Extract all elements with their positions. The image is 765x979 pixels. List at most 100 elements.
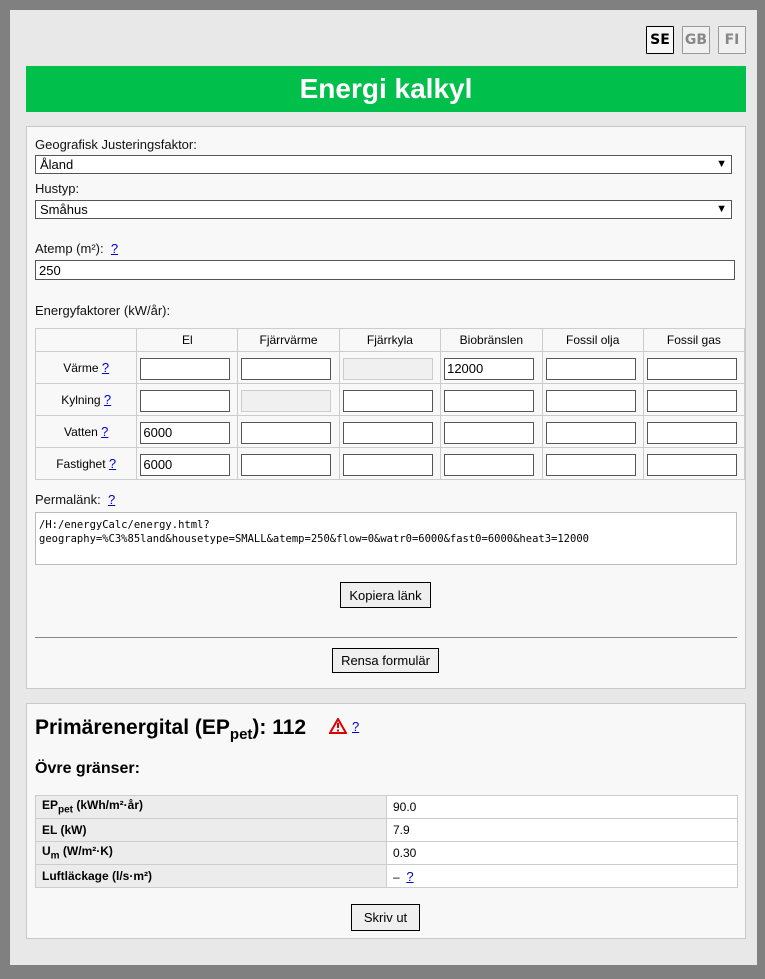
primary-energy-heading: Primärenergital (EPpet): 112 [35,716,306,743]
limit-key: EPpet (kWh/m²·år) [35,795,387,819]
print-button[interactable]: Skriv ut [351,904,420,931]
limit-value: 0.30 [386,841,738,865]
warning-icon [329,718,347,734]
table-row: Um (W/m²·K) 0.30 [35,841,738,865]
energy-input[interactable] [646,454,737,476]
energy-input[interactable] [545,422,636,444]
atemp-help-link[interactable]: ? [111,241,118,256]
row-help-link[interactable]: ? [109,456,116,471]
energy-input[interactable] [545,358,636,380]
row-label: Fastighet [56,457,106,471]
permalink-help-link[interactable]: ? [108,492,115,507]
permalink-label: Permalänk: [35,492,101,507]
table-row: Värme ? 12000 [34,351,746,384]
limit-value: – ? [386,864,738,888]
energy-factors-table: El Fjärrvärme Fjärrkyla Biobränslen Foss… [34,328,746,480]
limit-key-sub: pet [58,804,74,816]
limit-unit: (l/s·m²) [108,869,153,883]
energy-input[interactable] [444,390,535,412]
ep-subscript: pet [229,726,253,744]
energy-input[interactable] [241,422,332,444]
table-header-row: El Fjärrvärme Fjärrkyla Biobränslen Foss… [34,328,746,352]
table-row: Kylning ? [34,383,746,416]
lang-gb-button[interactable]: GB [682,26,710,54]
energy-input[interactable]: 6000 [140,422,231,444]
permalink-label-row: Permalänk: ? [35,492,115,507]
limit-unit: (kW) [57,823,87,837]
geography-value: Åland [40,157,74,172]
column-header: Fjärrvärme [237,328,340,352]
table-row: Luftläckage (l/s·m²) – ? [35,864,738,888]
divider [35,637,737,638]
energy-input-disabled [342,358,433,380]
limits-table: EPpet (kWh/m²·år) 90.0 EL (kW) 7.9 Um (W… [35,795,738,888]
energy-input[interactable] [646,422,737,444]
energy-input[interactable] [140,358,231,380]
limit-value: 90.0 [386,795,738,819]
column-header: Fossil gas [642,328,746,352]
energy-input[interactable]: 12000 [444,358,535,380]
primary-energy-help-link[interactable]: ? [352,719,359,734]
energy-input[interactable] [241,358,332,380]
geography-label: Geografisk Justeringsfaktor: [35,137,197,152]
permalink-textarea[interactable]: /H:/energyCalc/energy.html? geography=%C… [35,512,737,565]
row-label: Vatten [63,425,98,439]
row-label: Värme [63,361,99,375]
column-header: El [136,328,239,352]
energy-input[interactable] [545,390,636,412]
row-help-link[interactable]: ? [104,392,111,407]
column-header: Fossil olja [541,328,644,352]
energy-factors-label: Energyfaktorer (kW/år): [35,303,171,318]
limit-value: 7.9 [386,818,738,842]
house-type-select[interactable]: Småhus ▼ [35,200,732,219]
clear-form-button[interactable]: Rensa formulär [332,648,439,673]
page-title: Energi kalkyl [26,66,746,112]
input-form-panel: Geografisk Justeringsfaktor: Åland ▼ Hus… [26,126,746,689]
energy-input[interactable] [342,454,433,476]
air-leakage-help-link[interactable]: ? [406,869,413,884]
lang-fi-button[interactable]: FI [718,26,746,54]
house-type-label: Hustyp: [35,181,80,196]
limits-heading: Övre gränser: [35,760,140,777]
energy-input[interactable]: 6000 [140,454,231,476]
atemp-input[interactable]: 250 [35,260,735,280]
row-header: Fastighet ? [34,447,138,480]
chevron-down-icon: ▼ [716,158,727,170]
limit-key: EL (kW) [35,818,387,842]
lang-se-button[interactable]: SE [646,26,674,54]
energy-input[interactable] [444,454,535,476]
table-row: EL (kW) 7.9 [35,818,738,842]
atemp-label-row: Atemp (m²): ? [35,241,118,256]
house-type-value: Småhus [40,202,88,217]
atemp-label: Atemp (m²): [35,241,104,256]
energy-input[interactable] [342,422,433,444]
table-row: Fastighet ? 6000 [34,447,746,480]
row-header: Kylning ? [34,383,138,416]
row-help-link[interactable]: ? [102,360,109,375]
table-row: EPpet (kWh/m²·år) 90.0 [35,795,738,819]
limit-key-text: EP [42,798,59,813]
language-selector: SE GB FI [646,26,746,54]
column-header: Fjärrkyla [338,328,442,352]
copy-link-button[interactable]: Kopiera länk [340,582,431,608]
energy-input[interactable] [444,422,535,444]
energy-input[interactable] [140,390,231,412]
row-header: Vatten ? [34,415,138,448]
energy-input[interactable] [241,454,332,476]
energy-input[interactable] [646,358,737,380]
energy-input[interactable] [342,390,433,412]
limit-key-sub: m [50,850,60,862]
row-help-link[interactable]: ? [101,424,108,439]
table-row: Vatten ? 6000 [34,415,746,448]
geography-select[interactable]: Åland ▼ [35,155,732,174]
limit-key: Luftläckage (l/s·m²) [35,864,387,888]
chevron-down-icon: ▼ [716,203,727,215]
limit-key-text: Luftläckage [42,869,109,883]
energy-input-disabled [241,390,332,412]
result-panel: Primärenergital (EPpet): 112 ? Övre grän… [26,703,746,939]
column-header: Biobränslen [440,328,543,352]
energy-input[interactable] [545,454,636,476]
limit-key-text: U [42,844,51,859]
limit-key: Um (W/m²·K) [35,841,387,865]
energy-input[interactable] [646,390,737,412]
